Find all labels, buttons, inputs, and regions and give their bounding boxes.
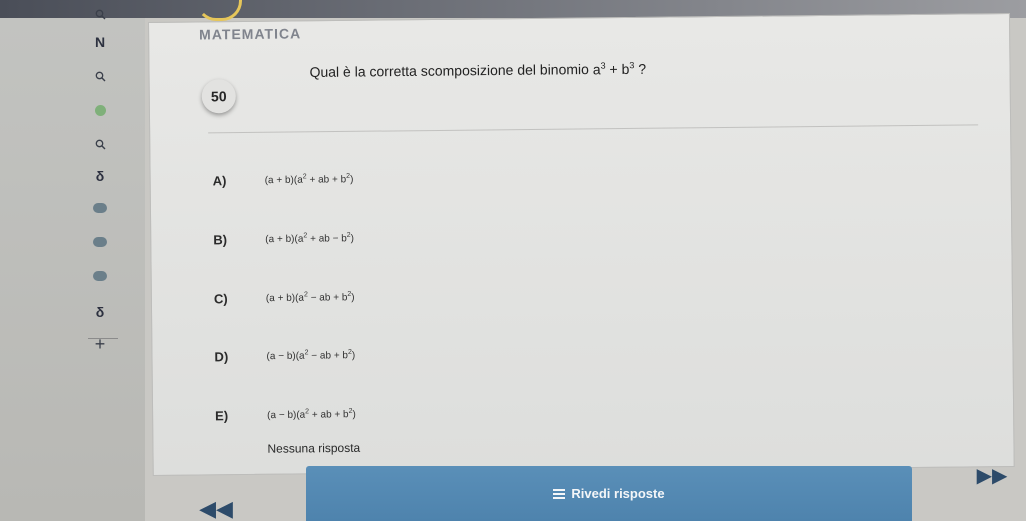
status-dot-icon[interactable] bbox=[88, 100, 112, 120]
question-card: MATEMATICA 50 Qual è la corretta scompos… bbox=[148, 12, 1015, 476]
question-formula: a3 + b3 ? bbox=[592, 59, 647, 78]
option-letter: C) bbox=[213, 290, 228, 306]
answer-option-c[interactable]: C) (a + b)(a2 − ab + b2) bbox=[214, 286, 355, 309]
partial-icon[interactable]: δ bbox=[88, 166, 112, 186]
question-text: Qual è la corretta scomposizione del bin… bbox=[309, 60, 646, 80]
time-pill-icon[interactable] bbox=[88, 198, 112, 218]
search-icon[interactable] bbox=[88, 134, 112, 154]
option-letter: E) bbox=[215, 407, 229, 423]
option-expression: (a + b)(a2 − ab + b2) bbox=[265, 290, 355, 304]
review-answers-button[interactable]: Rivedi risposte bbox=[306, 466, 912, 521]
previous-question-button[interactable]: ◀◀ bbox=[198, 498, 234, 520]
option-letter: B) bbox=[213, 231, 228, 247]
question-divider bbox=[208, 124, 979, 134]
answer-option-d[interactable]: D) (a − b)(a2 − ab + b2) bbox=[214, 344, 355, 367]
option-expression: (a − b)(a2 + ab + b2) bbox=[267, 407, 356, 421]
next-question-button[interactable]: ▶▶ bbox=[976, 464, 1008, 487]
answer-option-a[interactable]: A) (a + b)(a2 + ab + b2) bbox=[213, 168, 354, 191]
option-expression: (a − b)(a2 − ab + b2) bbox=[266, 348, 356, 362]
question-prompt: Qual è la corretta scomposizione del bin… bbox=[309, 61, 589, 80]
question-number-badge: 50 bbox=[201, 79, 236, 114]
add-icon[interactable]: + bbox=[88, 334, 112, 354]
time-pill-icon[interactable] bbox=[88, 266, 112, 286]
time-pill-icon[interactable] bbox=[88, 232, 112, 252]
answer-option-b[interactable]: B) (a + b)(a2 + ab − b2) bbox=[213, 227, 354, 250]
search-icon[interactable] bbox=[88, 4, 112, 24]
partial-icon[interactable]: δ bbox=[88, 302, 112, 322]
no-answer-option[interactable]: Nessuna risposta bbox=[267, 441, 360, 456]
review-answers-label: Rivedi risposte bbox=[571, 486, 665, 501]
option-letter: D) bbox=[214, 348, 229, 364]
subject-title: MATEMATICA bbox=[199, 25, 302, 43]
search-icon[interactable] bbox=[88, 66, 112, 86]
bold-n-icon[interactable]: N bbox=[88, 32, 112, 52]
menu-icon bbox=[553, 487, 566, 501]
option-letter: A) bbox=[212, 172, 227, 188]
option-expression: (a + b)(a2 + ab + b2) bbox=[264, 172, 354, 186]
option-expression: (a + b)(a2 + ab − b2) bbox=[265, 231, 355, 245]
sidebar: N δ δ + bbox=[0, 9, 145, 521]
answer-option-e[interactable]: E) (a − b)(a2 + ab + b2) bbox=[215, 403, 356, 426]
